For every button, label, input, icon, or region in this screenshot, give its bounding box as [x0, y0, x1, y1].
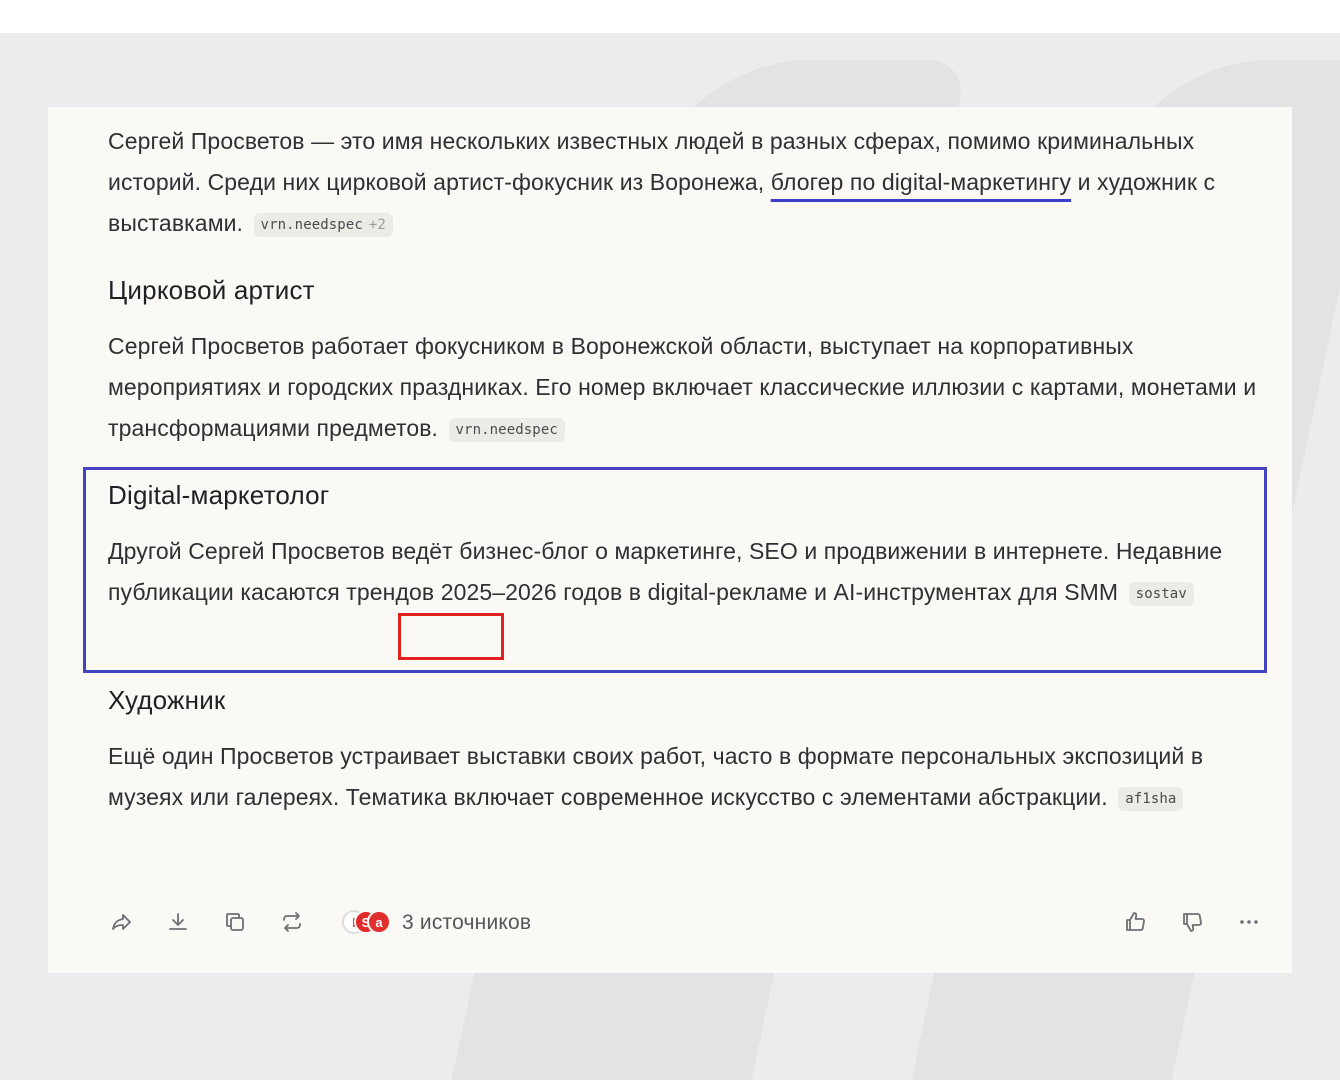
- highlight-box-chip: [398, 613, 504, 660]
- source-chip[interactable]: vrn.needspec: [448, 418, 565, 442]
- share-icon[interactable]: [108, 905, 136, 939]
- answer-toolbar: I S a 3 источников: [108, 905, 1264, 941]
- section-text: Сергей Просветов работает фокусником в В…: [108, 333, 1257, 441]
- top-band: [0, 0, 1340, 33]
- source-chip[interactable]: vrn.needspec +2: [253, 213, 393, 237]
- section-heading: Художник: [108, 685, 226, 715]
- source-chip[interactable]: af1sha: [1118, 787, 1184, 811]
- section-heading: Цирковой артист: [108, 275, 315, 305]
- source-logos: I S a: [342, 910, 394, 936]
- highlight-box-section: [83, 467, 1267, 673]
- thumbs-up-icon[interactable]: [1121, 905, 1149, 939]
- download-icon[interactable]: [164, 905, 192, 939]
- section-text: Ещё один Просветов устраивает выставки с…: [108, 743, 1204, 810]
- thumbs-down-icon[interactable]: [1178, 905, 1206, 939]
- intro-link[interactable]: блогер по digital-маркетингу: [771, 169, 1071, 195]
- sources-label: 3 источников: [402, 911, 532, 934]
- intro-paragraph: Сергей Просветов — это имя нескольких из…: [108, 121, 1278, 244]
- source-chip-more: +2: [368, 217, 386, 233]
- source-logo: a: [367, 910, 391, 934]
- source-chip-label: vrn.needspec: [260, 217, 363, 233]
- section-paragraph: Сергей Просветов работает фокусником в В…: [108, 326, 1278, 449]
- repeat-icon[interactable]: [278, 905, 306, 939]
- sources-button[interactable]: I S a 3 источников: [342, 907, 531, 939]
- more-icon[interactable]: [1235, 905, 1263, 939]
- section-paragraph: Ещё один Просветов устраивает выставки с…: [108, 736, 1278, 818]
- copy-icon[interactable]: [221, 905, 249, 939]
